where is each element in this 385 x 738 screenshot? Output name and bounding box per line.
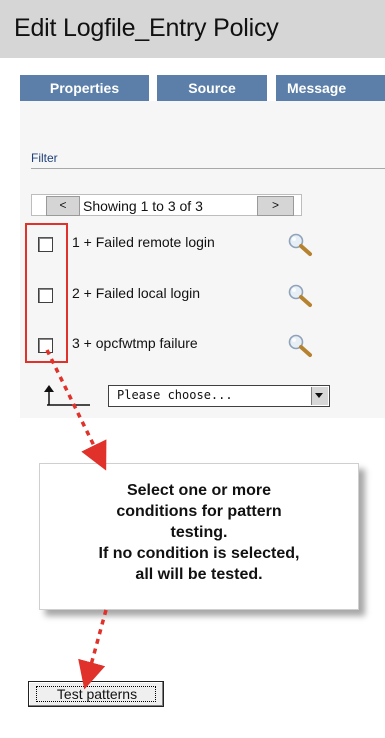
- annotation-arrow: [78, 609, 108, 690]
- callout-line: all will be tested.: [135, 566, 263, 583]
- page-title: Edit Logfile_Entry Policy: [14, 14, 279, 42]
- magnifier-icon[interactable]: [287, 284, 315, 308]
- filter-panel: [20, 101, 385, 418]
- previous-page-button[interactable]: <: [46, 196, 80, 216]
- filter-divider: [31, 168, 385, 169]
- action-select-value: Please choose...: [117, 388, 233, 402]
- callout-line: testing.: [170, 524, 228, 541]
- magnifier-icon[interactable]: [287, 334, 315, 358]
- test-patterns-label: Test patterns: [56, 686, 138, 702]
- up-arrow-icon[interactable]: [42, 384, 92, 408]
- condition-label: 2 + Failed local login: [72, 285, 201, 301]
- tab-bar: Properties Source Message: [0, 75, 385, 101]
- condition-label: 3 + opcfwtmp failure: [72, 335, 198, 351]
- tab-source[interactable]: Source: [157, 75, 267, 101]
- callout-line: Select one or more: [126, 482, 272, 499]
- pager-status: Showing 1 to 3 of 3: [83, 198, 203, 214]
- condition-row: 3 + opcfwtmp failure: [31, 334, 331, 358]
- filter-label: Filter: [31, 151, 58, 165]
- condition-row: 1 + Failed remote login: [31, 233, 331, 257]
- test-patterns-button[interactable]: Test patterns: [28, 681, 164, 707]
- help-callout: Select one or more conditions for patter…: [39, 463, 359, 610]
- tab-message[interactable]: Message: [276, 75, 385, 101]
- action-select[interactable]: Please choose...: [108, 385, 330, 407]
- checkbox-highlight-box: [25, 223, 68, 363]
- callout-line: conditions for pattern: [116, 503, 282, 520]
- magnifier-icon[interactable]: [287, 233, 315, 257]
- tab-properties[interactable]: Properties: [20, 75, 149, 101]
- callout-line: If no condition is selected,: [98, 545, 300, 562]
- callout-text: Select one or more conditions for patter…: [40, 480, 358, 585]
- pager: < Showing 1 to 3 of 3 >: [31, 194, 302, 216]
- page: Edit Logfile_Entry Policy Properties Sou…: [0, 0, 385, 738]
- chevron-down-icon[interactable]: [311, 387, 328, 405]
- next-page-button[interactable]: >: [257, 196, 294, 216]
- condition-row: 2 + Failed local login: [31, 284, 331, 308]
- title-bar: Edit Logfile_Entry Policy: [0, 0, 385, 58]
- condition-label: 1 + Failed remote login: [72, 234, 215, 250]
